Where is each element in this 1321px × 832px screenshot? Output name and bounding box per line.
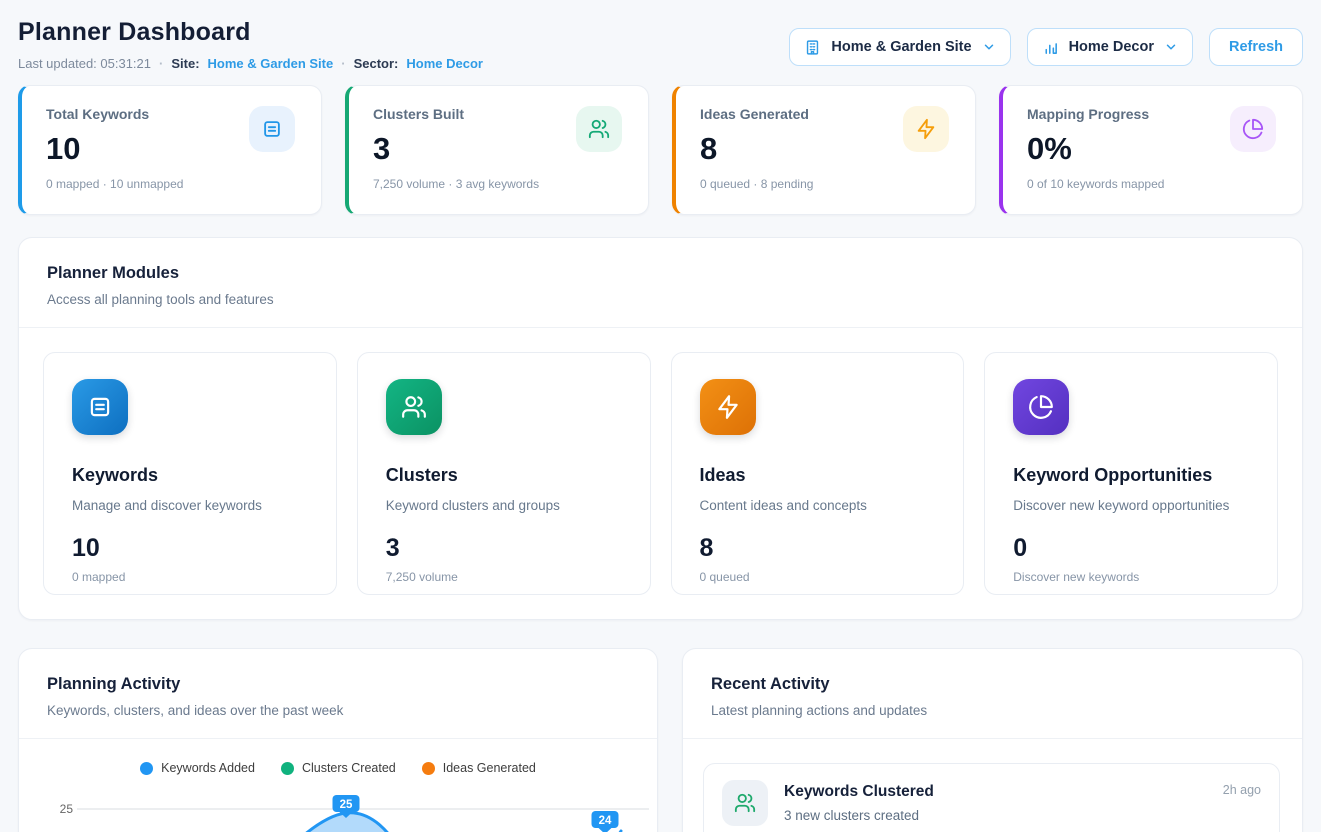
activity-timestamp: 2h ago <box>1223 783 1261 797</box>
stat-subtitle: 0 queued · 8 pending <box>700 177 951 191</box>
planning-activity-header: Planning Activity Keywords, clusters, an… <box>19 649 657 739</box>
activity-item-keywords-clustered: Keywords Clustered 2h ago 3 new clusters… <box>703 763 1280 832</box>
keywords-added-area-series: 25 24 <box>77 787 657 832</box>
module-description: Manage and discover keywords <box>72 498 308 513</box>
module-title: Keywords <box>72 465 308 486</box>
stat-subtitle: 0 mapped · 10 unmapped <box>46 177 297 191</box>
note-icon <box>249 106 295 152</box>
module-stat: 0 mapped <box>72 570 308 584</box>
module-description: Keyword clusters and groups <box>386 498 622 513</box>
chart-legend: Keywords Added Clusters Created Ideas Ge… <box>35 761 641 775</box>
users-icon <box>722 780 768 826</box>
module-description: Content ideas and concepts <box>700 498 936 513</box>
module-value: 0 <box>1013 534 1249 563</box>
module-title: Keyword Opportunities <box>1013 465 1249 486</box>
panel-title: Planner Modules <box>47 264 1274 283</box>
module-value: 8 <box>700 534 936 563</box>
svg-text:24: 24 <box>599 815 612 827</box>
refresh-button[interactable]: Refresh <box>1209 28 1303 66</box>
note-icon <box>72 379 128 435</box>
stat-card-total-keywords: Total Keywords 10 0 mapped · 10 unmapped <box>18 85 322 215</box>
module-card-clusters[interactable]: Clusters Keyword clusters and groups 3 7… <box>357 352 651 595</box>
last-updated-text: Last updated: 05:31:21 <box>18 56 151 71</box>
panel-subtitle: Latest planning actions and updates <box>711 703 1274 718</box>
svg-text:25: 25 <box>340 799 353 811</box>
site-link[interactable]: Home & Garden Site <box>208 56 334 71</box>
module-card-ideas[interactable]: Ideas Content ideas and concepts 8 0 que… <box>671 352 965 595</box>
users-icon <box>386 379 442 435</box>
legend-dot-blue <box>140 762 153 775</box>
module-description: Discover new keyword opportunities <box>1013 498 1249 513</box>
activity-description: 3 new clusters created <box>784 808 1261 823</box>
page-meta: Last updated: 05:31:21 · Site: Home & Ga… <box>18 56 483 71</box>
zap-icon <box>903 106 949 152</box>
data-label-24: 24 <box>592 811 619 832</box>
panel-subtitle: Access all planning tools and features <box>47 292 1274 307</box>
legend-item-ideas-generated[interactable]: Ideas Generated <box>422 761 536 775</box>
stat-subtitle: 0 of 10 keywords mapped <box>1027 177 1278 191</box>
site-label: Site: <box>171 56 199 71</box>
stat-subtitle: 7,250 volume · 3 avg keywords <box>373 177 624 191</box>
planner-modules-panel: Planner Modules Access all planning tool… <box>18 237 1303 620</box>
module-stat: 7,250 volume <box>386 570 622 584</box>
planner-modules-header: Planner Modules Access all planning tool… <box>19 238 1302 328</box>
legend-label: Clusters Created <box>302 761 396 775</box>
pie-chart-icon <box>1230 106 1276 152</box>
stat-card-ideas-generated: Ideas Generated 8 0 queued · 8 pending <box>672 85 976 215</box>
users-icon <box>576 106 622 152</box>
sector-label: Sector: <box>354 56 399 71</box>
panel-subtitle: Keywords, clusters, and ideas over the p… <box>47 703 629 718</box>
page-title: Planner Dashboard <box>18 18 483 47</box>
recent-activity-header: Recent Activity Latest planning actions … <box>683 649 1302 739</box>
topbar: Planner Dashboard Last updated: 05:31:21… <box>18 0 1303 71</box>
chevron-down-icon <box>1164 40 1178 54</box>
meta-separator: · <box>159 56 163 71</box>
y-axis-tick-25: 25 <box>47 802 73 816</box>
legend-item-clusters-created[interactable]: Clusters Created <box>281 761 396 775</box>
sector-link[interactable]: Home Decor <box>406 56 483 71</box>
module-value: 3 <box>386 534 622 563</box>
building-icon <box>804 39 821 56</box>
recent-activity-list: Keywords Clustered 2h ago 3 new clusters… <box>683 739 1302 832</box>
legend-label: Ideas Generated <box>443 761 536 775</box>
sector-selector-dropdown[interactable]: Home Decor <box>1027 28 1193 66</box>
module-card-keywords[interactable]: Keywords Manage and discover keywords 10… <box>43 352 337 595</box>
site-selector-dropdown[interactable]: Home & Garden Site <box>789 28 1010 66</box>
chart-plot-area: 25 25 24 <box>35 787 641 832</box>
module-stat: Discover new keywords <box>1013 570 1249 584</box>
meta-separator: · <box>341 56 345 71</box>
planning-activity-chart: Keywords Added Clusters Created Ideas Ge… <box>19 739 657 832</box>
module-title: Clusters <box>386 465 622 486</box>
modules-grid: Keywords Manage and discover keywords 10… <box>19 328 1302 619</box>
module-card-keyword-opportunities[interactable]: Keyword Opportunities Discover new keywo… <box>984 352 1278 595</box>
stat-card-clusters-built: Clusters Built 3 7,250 volume · 3 avg ke… <box>345 85 649 215</box>
stat-card-mapping-progress: Mapping Progress 0% 0 of 10 keywords map… <box>999 85 1303 215</box>
panel-title: Recent Activity <box>711 675 1274 694</box>
module-value: 10 <box>72 534 308 563</box>
pie-chart-icon <box>1013 379 1069 435</box>
recent-activity-panel: Recent Activity Latest planning actions … <box>682 648 1303 832</box>
activity-title: Keywords Clustered <box>784 783 934 801</box>
site-selector-value: Home & Garden Site <box>831 39 971 55</box>
legend-item-keywords-added[interactable]: Keywords Added <box>140 761 255 775</box>
planner-dashboard-page: Planner Dashboard Last updated: 05:31:21… <box>0 0 1321 832</box>
stats-row: Total Keywords 10 0 mapped · 10 unmapped… <box>18 85 1303 215</box>
chevron-down-icon <box>982 40 996 54</box>
bar-chart-icon <box>1042 39 1059 56</box>
legend-dot-orange <box>422 762 435 775</box>
legend-label: Keywords Added <box>161 761 255 775</box>
panel-title: Planning Activity <box>47 675 629 694</box>
sector-selector-value: Home Decor <box>1069 39 1154 55</box>
planning-activity-panel: Planning Activity Keywords, clusters, an… <box>18 648 658 832</box>
module-stat: 0 queued <box>700 570 936 584</box>
zap-icon <box>700 379 756 435</box>
bottom-row: Planning Activity Keywords, clusters, an… <box>18 648 1303 832</box>
legend-dot-green <box>281 762 294 775</box>
module-title: Ideas <box>700 465 936 486</box>
